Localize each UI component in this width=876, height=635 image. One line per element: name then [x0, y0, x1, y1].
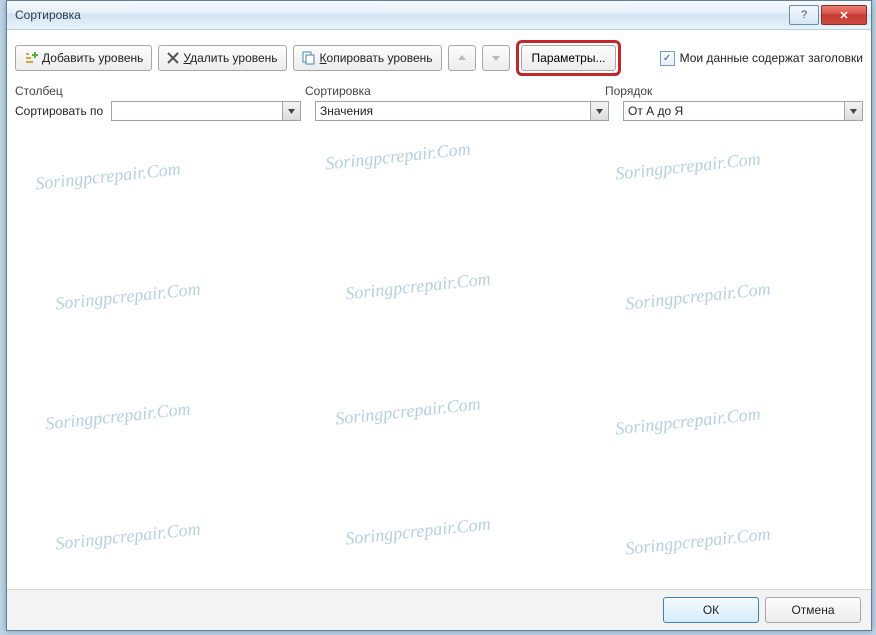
cancel-label: Отмена	[791, 603, 834, 617]
titlebar-buttons: ? ✕	[787, 5, 867, 25]
options-button-highlight: Параметры...	[516, 40, 622, 76]
chevron-down-icon	[844, 102, 862, 120]
move-down-button[interactable]	[482, 45, 510, 71]
add-level-label-rest: обавить уровень	[50, 51, 143, 65]
arrow-up-icon	[457, 53, 467, 63]
help-button[interactable]: ?	[789, 5, 819, 25]
move-up-button[interactable]	[448, 45, 476, 71]
toolbar: Добавить уровень Удалить уровень Копиров…	[7, 30, 871, 84]
watermark: Soringpcrepair.Com	[34, 158, 181, 194]
order-combo[interactable]: От А до Я	[623, 101, 863, 121]
watermark: Soringpcrepair.Com	[344, 268, 491, 304]
watermark: Soringpcrepair.Com	[324, 138, 471, 174]
header-column: Столбец	[15, 84, 305, 98]
header-order: Порядок	[605, 84, 863, 98]
options-button[interactable]: Параметры...	[521, 45, 617, 71]
watermark: Soringpcrepair.Com	[54, 518, 201, 554]
column-combo[interactable]	[111, 101, 301, 121]
add-level-button[interactable]: Добавить уровень	[15, 45, 152, 71]
sort-dialog: Сортировка ? ✕ Добавить уровень	[6, 0, 872, 631]
delete-level-button[interactable]: Удалить уровень	[158, 45, 286, 71]
close-icon: ✕	[839, 9, 848, 22]
watermark: Soringpcrepair.Com	[54, 278, 201, 314]
titlebar: Сортировка ? ✕	[7, 1, 871, 30]
close-button[interactable]: ✕	[821, 5, 867, 25]
dialog-footer: ОК Отмена	[7, 589, 871, 630]
watermark: Soringpcrepair.Com	[624, 278, 771, 314]
check-icon: ✓	[663, 53, 671, 64]
help-icon: ?	[801, 9, 807, 21]
header-sort-on: Сортировка	[305, 84, 605, 98]
chevron-down-icon	[590, 102, 608, 120]
sort-by-label: Сортировать по	[15, 104, 111, 118]
headers-checkbox-label: Мои данные содержат заголовки	[680, 51, 863, 65]
headers-checkbox-wrap[interactable]: ✓ Мои данные содержат заголовки	[660, 51, 863, 66]
watermark: Soringpcrepair.Com	[614, 403, 761, 439]
sort-level-row: Сортировать по Значения От А до Я	[7, 100, 871, 122]
watermark: Soringpcrepair.Com	[614, 148, 761, 184]
sort-on-combo-value: Значения	[316, 104, 590, 118]
ok-button[interactable]: ОК	[663, 597, 759, 623]
ok-label: ОК	[703, 603, 719, 617]
arrow-down-icon	[491, 53, 501, 63]
chevron-down-icon	[282, 102, 300, 120]
cancel-button[interactable]: Отмена	[765, 597, 861, 623]
column-headers: Столбец Сортировка Порядок	[7, 84, 871, 100]
delete-icon	[167, 52, 179, 64]
add-level-icon	[24, 51, 38, 65]
watermark: Soringpcrepair.Com	[344, 513, 491, 549]
watermark: Soringpcrepair.Com	[334, 393, 481, 429]
watermark: Soringpcrepair.Com	[44, 398, 191, 434]
copy-icon	[302, 51, 316, 65]
headers-checkbox[interactable]: ✓	[660, 51, 675, 66]
order-combo-value: От А до Я	[624, 104, 844, 118]
copy-level-button[interactable]: Копировать уровень	[293, 45, 442, 71]
watermark: Soringpcrepair.Com	[624, 523, 771, 559]
sort-on-combo[interactable]: Значения	[315, 101, 609, 121]
window-title: Сортировка	[15, 8, 787, 22]
sort-levels-area: Soringpcrepair.Com Soringpcrepair.Com So…	[15, 126, 863, 589]
